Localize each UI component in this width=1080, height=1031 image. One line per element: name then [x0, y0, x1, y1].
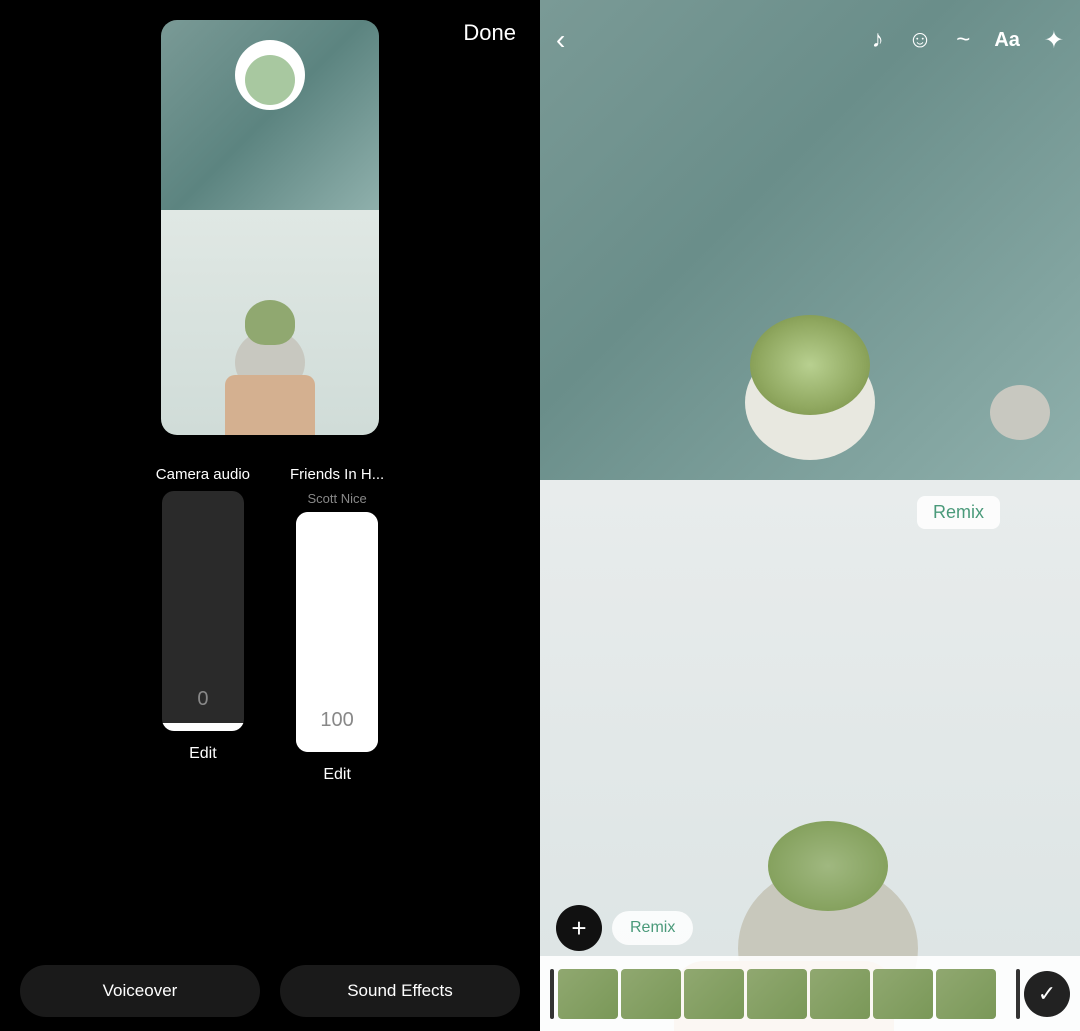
right-panel: ‹ ♪ ☺ ~ Aa ✦ Remix + Remix [540, 0, 1080, 1031]
remix-badge-top: Remix [917, 496, 1000, 529]
friends-audio-track: Friends In H... Scott Nice 100 Edit [290, 465, 384, 784]
top-plant [745, 345, 875, 460]
left-panel: Done Camera audio 0 Edit Friends In H...… [0, 0, 540, 1031]
video-bottom-frame [161, 210, 379, 435]
sparkle-icon[interactable]: ✦ [1044, 26, 1064, 55]
sound-effects-label: Sound Effects [347, 981, 453, 1001]
camera-volume-value: 0 [197, 688, 208, 711]
camera-edit-button[interactable]: Edit [189, 745, 217, 763]
friends-volume-value: 100 [320, 709, 353, 732]
timeline-start-marker [550, 969, 554, 1019]
timeline-frame [684, 969, 744, 1019]
timeline-frame [810, 969, 870, 1019]
timeline-frame [873, 969, 933, 1019]
camera-audio-track: Camera audio 0 Edit [156, 465, 250, 763]
bottom-plant-leaves [768, 821, 888, 911]
sound-effects-button[interactable]: Sound Effects [280, 965, 520, 1017]
text-button[interactable]: Aa [994, 29, 1020, 52]
camera-volume-slider[interactable]: 0 [162, 491, 244, 731]
voiceover-label: Voiceover [103, 981, 178, 1001]
video-top-frame [161, 20, 379, 210]
remix-pill-button[interactable]: Remix [612, 911, 693, 945]
timeline-bar: ✓ [540, 956, 1080, 1031]
top-plant-bowl [745, 345, 875, 460]
right-toolbar: ‹ ♪ ☺ ~ Aa ✦ [540, 0, 1080, 80]
right-stone [990, 385, 1050, 440]
hand-shape [225, 375, 315, 435]
done-button[interactable]: Done [463, 20, 516, 46]
audio-section: Camera audio 0 Edit Friends In H... Scot… [156, 465, 384, 784]
plant-leaves [245, 300, 295, 345]
friends-track-label: Friends In H... [290, 465, 384, 485]
friends-volume-slider[interactable]: 100 [296, 512, 378, 752]
timeline-end-marker [1016, 969, 1020, 1019]
timeline-frame [621, 969, 681, 1019]
remix-overlay: + Remix [556, 905, 693, 951]
face-icon[interactable]: ☺ [908, 26, 933, 54]
mute-icon[interactable]: ~ [956, 26, 970, 54]
toolbar-icons: ♪ ☺ ~ Aa ✦ [872, 26, 1064, 55]
voiceover-button[interactable]: Voiceover [20, 965, 260, 1017]
timeline-check-button[interactable]: ✓ [1024, 971, 1070, 1017]
friends-edit-button[interactable]: Edit [323, 766, 351, 784]
music-icon[interactable]: ♪ [872, 26, 884, 54]
top-plant-leaves [750, 315, 870, 415]
timeline-frame [936, 969, 996, 1019]
bottom-bar: Voiceover Sound Effects [0, 951, 540, 1031]
camera-audio-label: Camera audio [156, 465, 250, 485]
camera-volume-fill [162, 723, 244, 731]
friends-track-artist: Scott Nice [307, 491, 366, 506]
timeline-frame [747, 969, 807, 1019]
plus-button[interactable]: + [556, 905, 602, 951]
timeline-frame [558, 969, 618, 1019]
timeline-frames[interactable] [558, 969, 1012, 1019]
video-preview [161, 20, 379, 435]
back-button[interactable]: ‹ [556, 26, 565, 54]
right-bottom-image: Remix + Remix ✓ [540, 480, 1080, 1031]
